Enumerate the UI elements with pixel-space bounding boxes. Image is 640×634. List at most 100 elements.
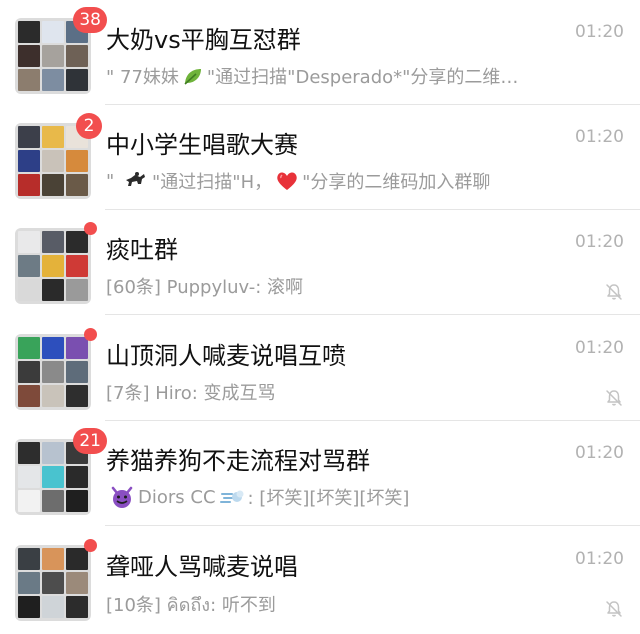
unread-count-badge: 21: [73, 428, 107, 454]
member-avatar-thumbnail: [66, 385, 88, 407]
chat-row[interactable]: 21 养猫养狗不走流程对骂群 01:20 Diors CC : [坏笑][坏笑][坏笑]: [0, 421, 640, 526]
chat-row[interactable]: 山顶洞人喊麦说唱互喷 01:20 [7条] Hiro: 变成互骂: [0, 316, 640, 421]
member-avatar-thumbnail: [66, 255, 88, 277]
member-avatar-thumbnail: [66, 279, 88, 301]
chat-name: 痰吐群: [106, 236, 178, 264]
member-avatar-thumbnail: [66, 337, 88, 359]
chat-name: 聋哑人骂喊麦说唱: [106, 553, 298, 581]
group-avatar[interactable]: [15, 222, 97, 304]
member-avatar-thumbnail: [42, 126, 64, 148]
preview-text: [7条] Hiro: 变成互骂: [106, 383, 276, 404]
member-avatar-thumbnail: [18, 69, 40, 91]
unread-dot: [84, 539, 97, 552]
chat-row[interactable]: 痰吐群 01:20 [60条] Puppyluv-: 滚啊: [0, 210, 640, 315]
mute-bell-icon: [604, 388, 624, 408]
member-avatar-thumbnail: [66, 490, 88, 512]
member-avatar-thumbnail: [18, 45, 40, 67]
last-message-preview: [10条] คิดถึง: 听不到: [106, 590, 611, 619]
member-avatar-thumbnail: [66, 361, 88, 383]
member-avatar-thumbnail: [66, 174, 88, 196]
member-avatar-thumbnail: [66, 596, 88, 618]
member-avatar-thumbnail: [42, 174, 64, 196]
chat-name: 养猫养狗不走流程对骂群: [106, 447, 370, 475]
unread-count-badge: 2: [76, 113, 102, 139]
member-avatar-thumbnail: [18, 490, 40, 512]
last-message-time: 01:20: [575, 232, 624, 252]
chat-row[interactable]: 38 大奶vs平胸互怼群 01:20 " 77妹妹 "通过扫描"Desperado*"分…: [0, 0, 640, 105]
unread-dot: [84, 328, 97, 341]
preview-text: [10条] คิดถึง: 听不到: [106, 595, 276, 616]
member-avatar-thumbnail: [42, 442, 64, 464]
red-heart-emoji: [275, 170, 299, 192]
unread-dot: [84, 222, 97, 235]
mute-bell-icon: [604, 282, 624, 302]
member-avatar-thumbnail: [66, 45, 88, 67]
member-avatar-thumbnail: [18, 279, 40, 301]
leaf-emoji: [182, 66, 204, 86]
last-message-preview: [60条] Puppyluv-: 滚啊: [106, 273, 611, 299]
member-avatar-thumbnail: [42, 150, 64, 172]
group-avatar[interactable]: 38: [15, 7, 107, 94]
preview-text: "通过扫描"Desperado*"分享的二维…: [206, 67, 519, 88]
last-message-time: 01:20: [575, 338, 624, 358]
last-message-preview: " "通过扫描"H， "分享的二维码加入群聊: [106, 168, 611, 194]
member-avatar-thumbnail: [18, 231, 40, 253]
last-message-time: 01:20: [575, 127, 624, 147]
member-avatar-thumbnail: [42, 255, 64, 277]
member-avatar-thumbnail: [42, 572, 64, 594]
preview-text: Diors CC: [138, 486, 216, 508]
preview-text: "分享的二维码加入群聊: [302, 172, 491, 193]
member-avatar-thumbnail: [42, 69, 64, 91]
group-avatar[interactable]: 2: [15, 113, 102, 199]
member-avatar-thumbnail: [42, 21, 64, 43]
last-message-time: 01:20: [575, 443, 624, 463]
mute-bell-icon: [604, 599, 624, 619]
group-avatar-grid: [15, 228, 91, 304]
member-avatar-thumbnail: [66, 548, 88, 570]
preview-text: " 77妹妹: [106, 67, 179, 88]
smiling-devil-emoji: [109, 485, 135, 509]
dash-emoji: [219, 486, 245, 508]
member-avatar-thumbnail: [66, 231, 88, 253]
preview-text: "通过扫描"H，: [152, 172, 273, 193]
member-avatar-thumbnail: [42, 548, 64, 570]
chat-name: 大奶vs平胸互怼群: [106, 26, 301, 54]
member-avatar-thumbnail: [42, 596, 64, 618]
group-avatar[interactable]: [15, 539, 97, 621]
member-avatar-thumbnail: [18, 572, 40, 594]
chat-list: 38 大奶vs平胸互怼群 01:20 " 77妹妹 "通过扫描"Desperado*"分…: [0, 0, 640, 634]
last-message-preview: Diors CC : [坏笑][坏笑][坏笑]: [106, 484, 611, 510]
member-avatar-thumbnail: [42, 385, 64, 407]
last-message-time: 01:20: [575, 22, 624, 42]
chat-name: 山顶洞人喊麦说唱互喷: [106, 342, 346, 370]
member-avatar-thumbnail: [18, 466, 40, 488]
member-avatar-thumbnail: [18, 361, 40, 383]
member-avatar-thumbnail: [42, 337, 64, 359]
last-message-time: 01:20: [575, 549, 624, 569]
group-avatar[interactable]: [15, 328, 97, 410]
member-avatar-thumbnail: [18, 150, 40, 172]
horse-rider-emoji: [123, 171, 149, 191]
chat-name: 中小学生唱歌大赛: [106, 131, 298, 159]
member-avatar-thumbnail: [66, 466, 88, 488]
member-avatar-thumbnail: [66, 150, 88, 172]
member-avatar-thumbnail: [42, 361, 64, 383]
chat-row[interactable]: 2 中小学生唱歌大赛 01:20 " "通过扫描"H， "分享的二维码加入群聊: [0, 105, 640, 210]
last-message-preview: [7条] Hiro: 变成互骂: [106, 379, 611, 405]
member-avatar-thumbnail: [66, 572, 88, 594]
unread-count-badge: 38: [73, 7, 107, 33]
member-avatar-thumbnail: [18, 548, 40, 570]
last-message-preview: " 77妹妹 "通过扫描"Desperado*"分享的二维…: [106, 63, 611, 89]
preview-text: : [坏笑][坏笑][坏笑]: [247, 488, 410, 509]
member-avatar-thumbnail: [42, 231, 64, 253]
group-avatar[interactable]: 21: [15, 428, 107, 515]
group-avatar-grid: [15, 545, 91, 621]
member-avatar-thumbnail: [18, 385, 40, 407]
member-avatar-thumbnail: [42, 45, 64, 67]
chat-row[interactable]: 聋哑人骂喊麦说唱 01:20 [10条] คิดถึง: 听不到: [0, 527, 640, 632]
member-avatar-thumbnail: [18, 21, 40, 43]
member-avatar-thumbnail: [42, 490, 64, 512]
member-avatar-thumbnail: [18, 255, 40, 277]
member-avatar-thumbnail: [18, 174, 40, 196]
member-avatar-thumbnail: [18, 337, 40, 359]
